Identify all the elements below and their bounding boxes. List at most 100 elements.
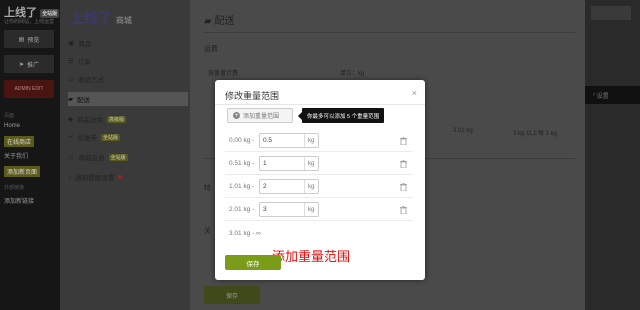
truck-icon: ▰ [68, 96, 73, 103]
admin-edit-label: ADMIN EDIT [14, 86, 44, 92]
store-item-categories[interactable]: ◆ 商品分类 高级版 [68, 112, 188, 126]
admin-subtitle: 让你的网站，上线运营 [4, 19, 55, 25]
page-title: ▰ 配送 [204, 12, 234, 27]
settings-button[interactable]: › 设置 [585, 86, 640, 104]
unit-label: kg [304, 203, 314, 216]
range-from: 1.01 kg - [229, 183, 255, 190]
range-to-field: kg [259, 202, 319, 217]
plan-badge: 高级版 [107, 115, 127, 123]
box-icon: ▣ [68, 40, 75, 47]
tag-icon: ◆ [68, 116, 73, 123]
promote-label: 推广 [27, 62, 40, 69]
settings-label: 设置 [596, 93, 609, 100]
range-from: 2.01 kg - [229, 206, 255, 213]
preview-button[interactable]: ▤ 预览 [4, 30, 54, 48]
table-cell: 3.01 kg [453, 128, 473, 134]
preview-label: 预览 [27, 37, 40, 44]
right-panel: › 设置 [585, 0, 640, 310]
edit-weight-range-modal: 修改重量范围 × + 添加重量范围 你最多可以添加 5 个重量范围 0.00 k… [215, 80, 425, 280]
send-icon: ➤ [18, 61, 24, 68]
store-item-orders[interactable]: ☰ 订单 [68, 54, 188, 68]
annotation-text: 添加重量范围 [272, 249, 351, 264]
weight-range-row: 1.01 kg - kg [225, 176, 413, 198]
truck-icon: ▰ [204, 16, 215, 27]
store-item-label: 配送 [77, 97, 90, 104]
close-icon[interactable]: × [412, 88, 417, 98]
section-special: 特 [204, 185, 211, 192]
divider [204, 32, 575, 33]
admin-nav-label-external: 外部链接 [4, 185, 25, 191]
store-item-label: 订单 [77, 59, 91, 66]
range-from-last: 3.01 kg - ∞ [229, 229, 261, 237]
store-item-label: 商品 [78, 41, 92, 48]
modal-divider [215, 104, 425, 105]
pricing-select[interactable]: 按重量计费 [208, 68, 238, 77]
nav-home[interactable]: Home [4, 123, 20, 129]
unit-label: kg [304, 134, 314, 147]
nav-add-link[interactable]: 添加新链接 [4, 196, 34, 205]
plan-badge: 全站版 [100, 133, 120, 141]
range-to-input[interactable] [260, 180, 304, 193]
store-item-members[interactable]: ☺ 商城会员 全站版 [68, 150, 188, 164]
range-to-input[interactable] [260, 157, 304, 170]
max-ranges-tooltip: 你最多可以添加 5 个重量范围 [297, 108, 385, 123]
bell-icon: ♪ [68, 173, 72, 181]
admin-nav-label: 页面 [4, 113, 15, 119]
store-item-coupons[interactable]: ✂ 优惠券 全站版 [68, 130, 188, 144]
store-sidebar: 上线了 商城 ▣ 商品 ☰ 订单 ▭ 收款方式 ▰ 配送 ◆ 商品分类 高级版 ✂ 优惠券 全站… [60, 0, 190, 310]
admin-edit-button[interactable]: ADMIN EDIT [4, 80, 54, 98]
weight-range-row: 0.00 kg - kg [225, 130, 413, 152]
nav-about[interactable]: 关于我们 [4, 151, 28, 160]
store-item-shipping[interactable]: ▰ 配送 [68, 92, 188, 106]
table-cell: 3 kg 以上每 1 kg [513, 131, 558, 137]
admin-sidebar: 上线了 全站版 让你的网站，上线运营 ▤ 预览 ➤ 推广 ADMIN EDIT 页面… [0, 0, 60, 310]
store-item-products[interactable]: ▣ 商品 [68, 36, 188, 50]
unit-label: kg [304, 157, 314, 170]
store-item-payment[interactable]: ▭ 收款方式 [68, 72, 188, 86]
unit-select[interactable]: 单位：kg [340, 68, 364, 77]
trash-icon[interactable] [400, 136, 407, 145]
range-to-field: kg [259, 133, 319, 148]
promote-button[interactable]: ➤ 推广 [4, 55, 54, 73]
add-weight-range-button[interactable]: + 添加重量范围 [227, 108, 293, 123]
range-from: 0.51 kg - [229, 160, 255, 167]
range-to-field: kg [259, 179, 319, 194]
right-panel-header [591, 6, 631, 20]
range-to-field: kg [259, 156, 319, 171]
main-save-button[interactable]: 保存 [204, 286, 260, 304]
modal-title: 修改重量范围 [225, 91, 280, 101]
store-item-label: 通知提醒设置 [75, 175, 115, 182]
store-item-label: 商城会员 [78, 155, 105, 162]
store-logo: 上线了 商城 [70, 8, 132, 28]
store-item-label: 优惠券 [77, 135, 97, 142]
section-other: 关 [204, 228, 211, 235]
nav-add-page[interactable]: 添加新页面 [4, 166, 41, 177]
store-item-label: 商品分类 [77, 117, 103, 124]
store-logo-text: 上线了 [70, 10, 112, 26]
plus-icon: + [233, 112, 240, 119]
trash-icon[interactable] [400, 205, 407, 214]
weight-range-row: 0.51 kg - kg [225, 153, 413, 175]
user-icon: ☺ [68, 153, 75, 161]
coupon-icon: ✂ [68, 134, 74, 141]
preview-icon: ▤ [18, 36, 25, 43]
card-icon: ▭ [68, 76, 75, 83]
trash-icon[interactable] [400, 159, 407, 168]
range-from: 0.00 kg - [229, 137, 255, 144]
store-item-notifications[interactable]: ♪ 通知提醒设置 [68, 170, 188, 184]
weight-range-row-last: 3.01 kg - ∞ [225, 222, 413, 244]
admin-brand-tag: 全站版 [40, 8, 60, 18]
store-item-label: 收款方式 [78, 77, 105, 84]
range-to-input[interactable] [260, 203, 304, 216]
unit-label: kg [304, 180, 314, 193]
weight-range-row: 2.01 kg - kg [225, 199, 413, 221]
save-button[interactable]: 保存 [225, 255, 281, 270]
trash-icon[interactable] [400, 182, 407, 191]
list-icon: ☰ [68, 58, 74, 65]
plan-badge: 全站版 [108, 153, 128, 161]
notification-dot [118, 175, 123, 179]
store-logo-sub: 商城 [115, 16, 132, 25]
range-to-input[interactable] [260, 134, 304, 147]
page-title-text: 配送 [214, 16, 235, 27]
nav-store[interactable]: 在线商店 [4, 136, 35, 147]
